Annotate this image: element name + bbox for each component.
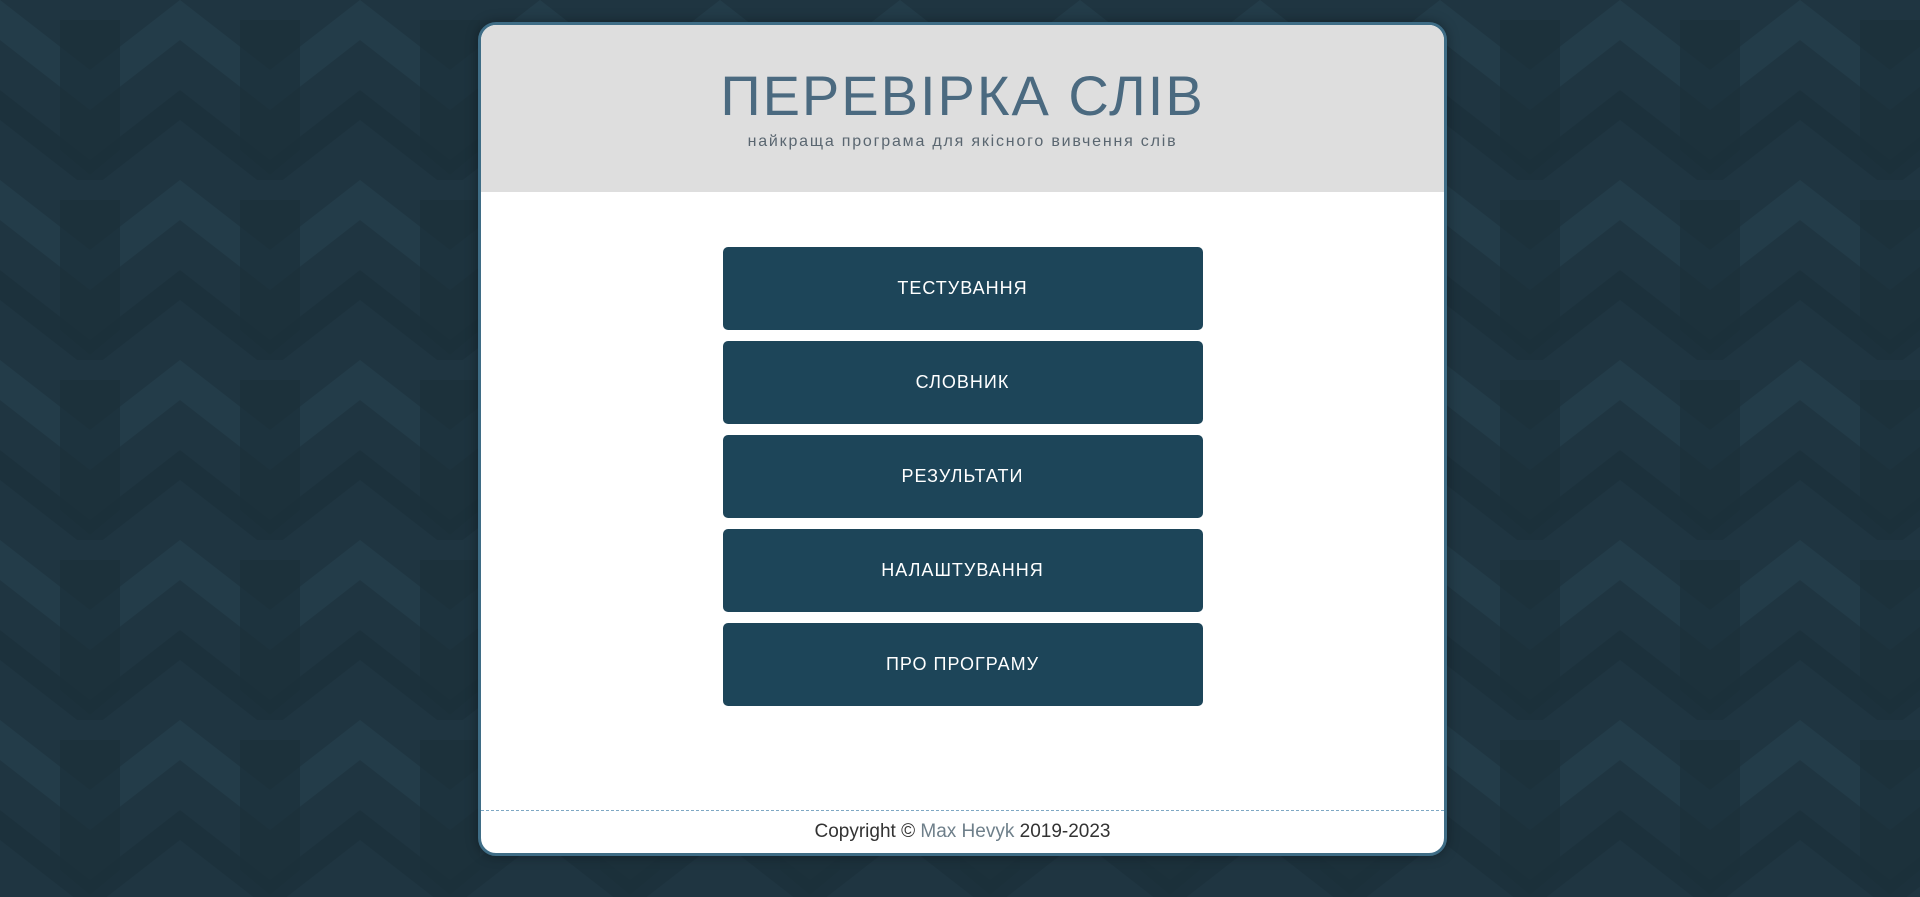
footer: Copyright © Max Hevyk 2019-2023 xyxy=(481,810,1444,853)
main-menu: ТЕСТУВАННЯ СЛОВНИК РЕЗУЛЬТАТИ НАЛАШТУВАН… xyxy=(481,192,1444,717)
copyright-prefix: Copyright © xyxy=(814,821,916,842)
testing-button[interactable]: ТЕСТУВАННЯ xyxy=(722,247,1203,330)
main-card: ПЕРЕВІРКА СЛІВ найкраща програма для які… xyxy=(478,22,1447,856)
results-button[interactable]: РЕЗУЛЬТАТИ xyxy=(722,435,1203,518)
header: ПЕРЕВІРКА СЛІВ найкраща програма для які… xyxy=(481,25,1444,192)
author-link[interactable]: Max Hevyk xyxy=(920,821,1014,842)
settings-button[interactable]: НАЛАШТУВАННЯ xyxy=(722,529,1203,612)
page-title: ПЕРЕВІРКА СЛІВ xyxy=(720,64,1205,127)
dictionary-button[interactable]: СЛОВНИК xyxy=(722,341,1203,424)
page-subtitle: найкраща програма для якісного вивчення … xyxy=(747,132,1178,150)
copyright-years: 2019-2023 xyxy=(1019,821,1111,842)
about-button[interactable]: ПРО ПРОГРАМУ xyxy=(722,623,1203,706)
